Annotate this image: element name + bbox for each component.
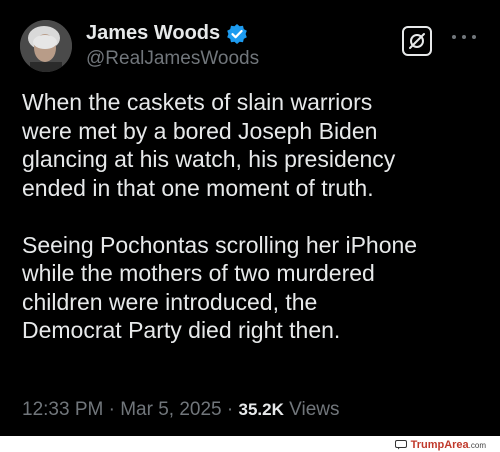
watermark-suffix: .com (468, 440, 486, 450)
grok-icon (409, 33, 425, 49)
tweet-paragraph-2: Seeing Pochontas scrolling her iPhone wh… (22, 231, 418, 344)
watermark-brand: TrumpArea (410, 439, 469, 451)
tweet-meta: 12:33 PM · Mar 5, 2025 · 35.2K Views (22, 399, 340, 421)
avatar[interactable] (20, 20, 72, 72)
views-label: Views (289, 399, 340, 420)
grok-button[interactable] (402, 26, 432, 56)
more-icon (452, 35, 456, 39)
views-count[interactable]: 35.2K (239, 400, 284, 419)
tweet-paragraph-1: When the caskets of slain warriors were … (22, 89, 396, 201)
more-options-button[interactable] (452, 30, 476, 44)
meta-separator: · (226, 399, 239, 420)
tweet-card: James Woods @RealJamesWoods When the cas… (0, 0, 500, 436)
author-handle[interactable]: @RealJamesWoods (86, 48, 259, 70)
tweet-text: When the caskets of slain warriors were … (22, 88, 484, 345)
watermark: TrumpArea .com (394, 438, 486, 452)
author-name-row: James Woods (86, 22, 248, 45)
tweet-time[interactable]: 12:33 PM (22, 399, 103, 420)
chat-bubble-icon (394, 440, 407, 450)
verified-badge-icon (226, 23, 248, 45)
author-name[interactable]: James Woods (86, 22, 220, 45)
meta-separator: · (108, 399, 121, 420)
tweet-date[interactable]: Mar 5, 2025 (120, 399, 221, 420)
